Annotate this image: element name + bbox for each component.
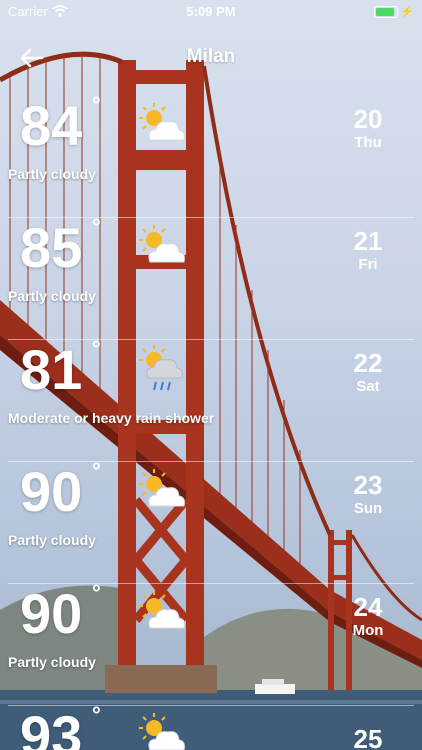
temperature: 90 xyxy=(20,460,83,523)
forecast-date: 21 Fri xyxy=(338,226,398,274)
condition-label: Partly cloudy xyxy=(8,288,96,304)
temperature: 93 xyxy=(20,706,83,750)
forecast-row[interactable]: 85 ° Partly cloudy 21 Fri xyxy=(0,214,422,340)
day-name: Fri xyxy=(358,256,378,273)
forecast-row[interactable]: 90 ° Partly cloudy 24 Mon xyxy=(0,580,422,706)
degree-symbol: ° xyxy=(92,458,101,483)
degree-symbol: ° xyxy=(92,336,101,361)
nav-bar: Milan xyxy=(0,40,422,76)
battery-fill xyxy=(376,7,395,16)
partly-cloudy-icon xyxy=(139,591,185,629)
temperature: 81 xyxy=(20,338,83,401)
day-name: Sun xyxy=(353,500,383,517)
day-name: Mon xyxy=(352,622,384,639)
condition-label: Partly cloudy xyxy=(8,166,96,182)
city-title: Milan xyxy=(186,46,236,67)
status-time: 5:09 PM xyxy=(186,3,236,19)
degree-symbol: ° xyxy=(92,214,101,239)
battery-icon xyxy=(374,5,399,18)
condition-label: Partly cloudy xyxy=(8,532,96,548)
day-number: 25 xyxy=(353,724,383,750)
day-number: 20 xyxy=(353,104,383,134)
rain-shower-icon xyxy=(139,345,183,391)
forecast-date: 23 Sun xyxy=(338,470,398,518)
condition-label: Partly cloudy xyxy=(8,654,96,670)
partly-cloudy-icon xyxy=(139,225,185,263)
day-number: 24 xyxy=(353,592,383,622)
degree-symbol: ° xyxy=(92,580,101,605)
battery-indicator: ⚡ xyxy=(374,5,414,18)
day-number: 21 xyxy=(353,226,383,256)
day-name: Thu xyxy=(354,134,382,151)
forecast-date: 25 xyxy=(338,724,398,750)
forecast-row[interactable]: 93 ° 25 xyxy=(0,706,422,750)
forecast-row[interactable]: 84 ° Partly cloudy 20 Thu xyxy=(0,92,422,218)
forecast-row[interactable]: 90 ° Partly cloudy 23 Sun xyxy=(0,458,422,584)
temperature: 90 xyxy=(20,582,83,645)
status-bar: Carrier 5:09 PM ⚡ xyxy=(0,0,422,22)
temperature: 85 xyxy=(20,216,83,279)
temperature: 84 xyxy=(20,94,83,157)
day-name: Sat xyxy=(356,378,380,395)
partly-cloudy-icon xyxy=(139,103,185,141)
forecast-date: 24 Mon xyxy=(338,592,398,640)
degree-symbol: ° xyxy=(92,706,101,727)
partly-cloudy-icon xyxy=(139,713,185,750)
partly-cloudy-icon xyxy=(139,469,185,507)
forecast-row[interactable]: 81 ° Moderate or heavy rain shower 22 Sa… xyxy=(0,336,422,462)
forecast-date: 20 Thu xyxy=(338,104,398,152)
day-number: 23 xyxy=(353,470,383,500)
day-number: 22 xyxy=(353,348,383,378)
condition-label: Moderate or heavy rain shower xyxy=(8,410,215,426)
charging-bolt-icon: ⚡ xyxy=(400,6,414,18)
degree-symbol: ° xyxy=(92,92,101,117)
forecast-date: 22 Sat xyxy=(338,348,398,396)
